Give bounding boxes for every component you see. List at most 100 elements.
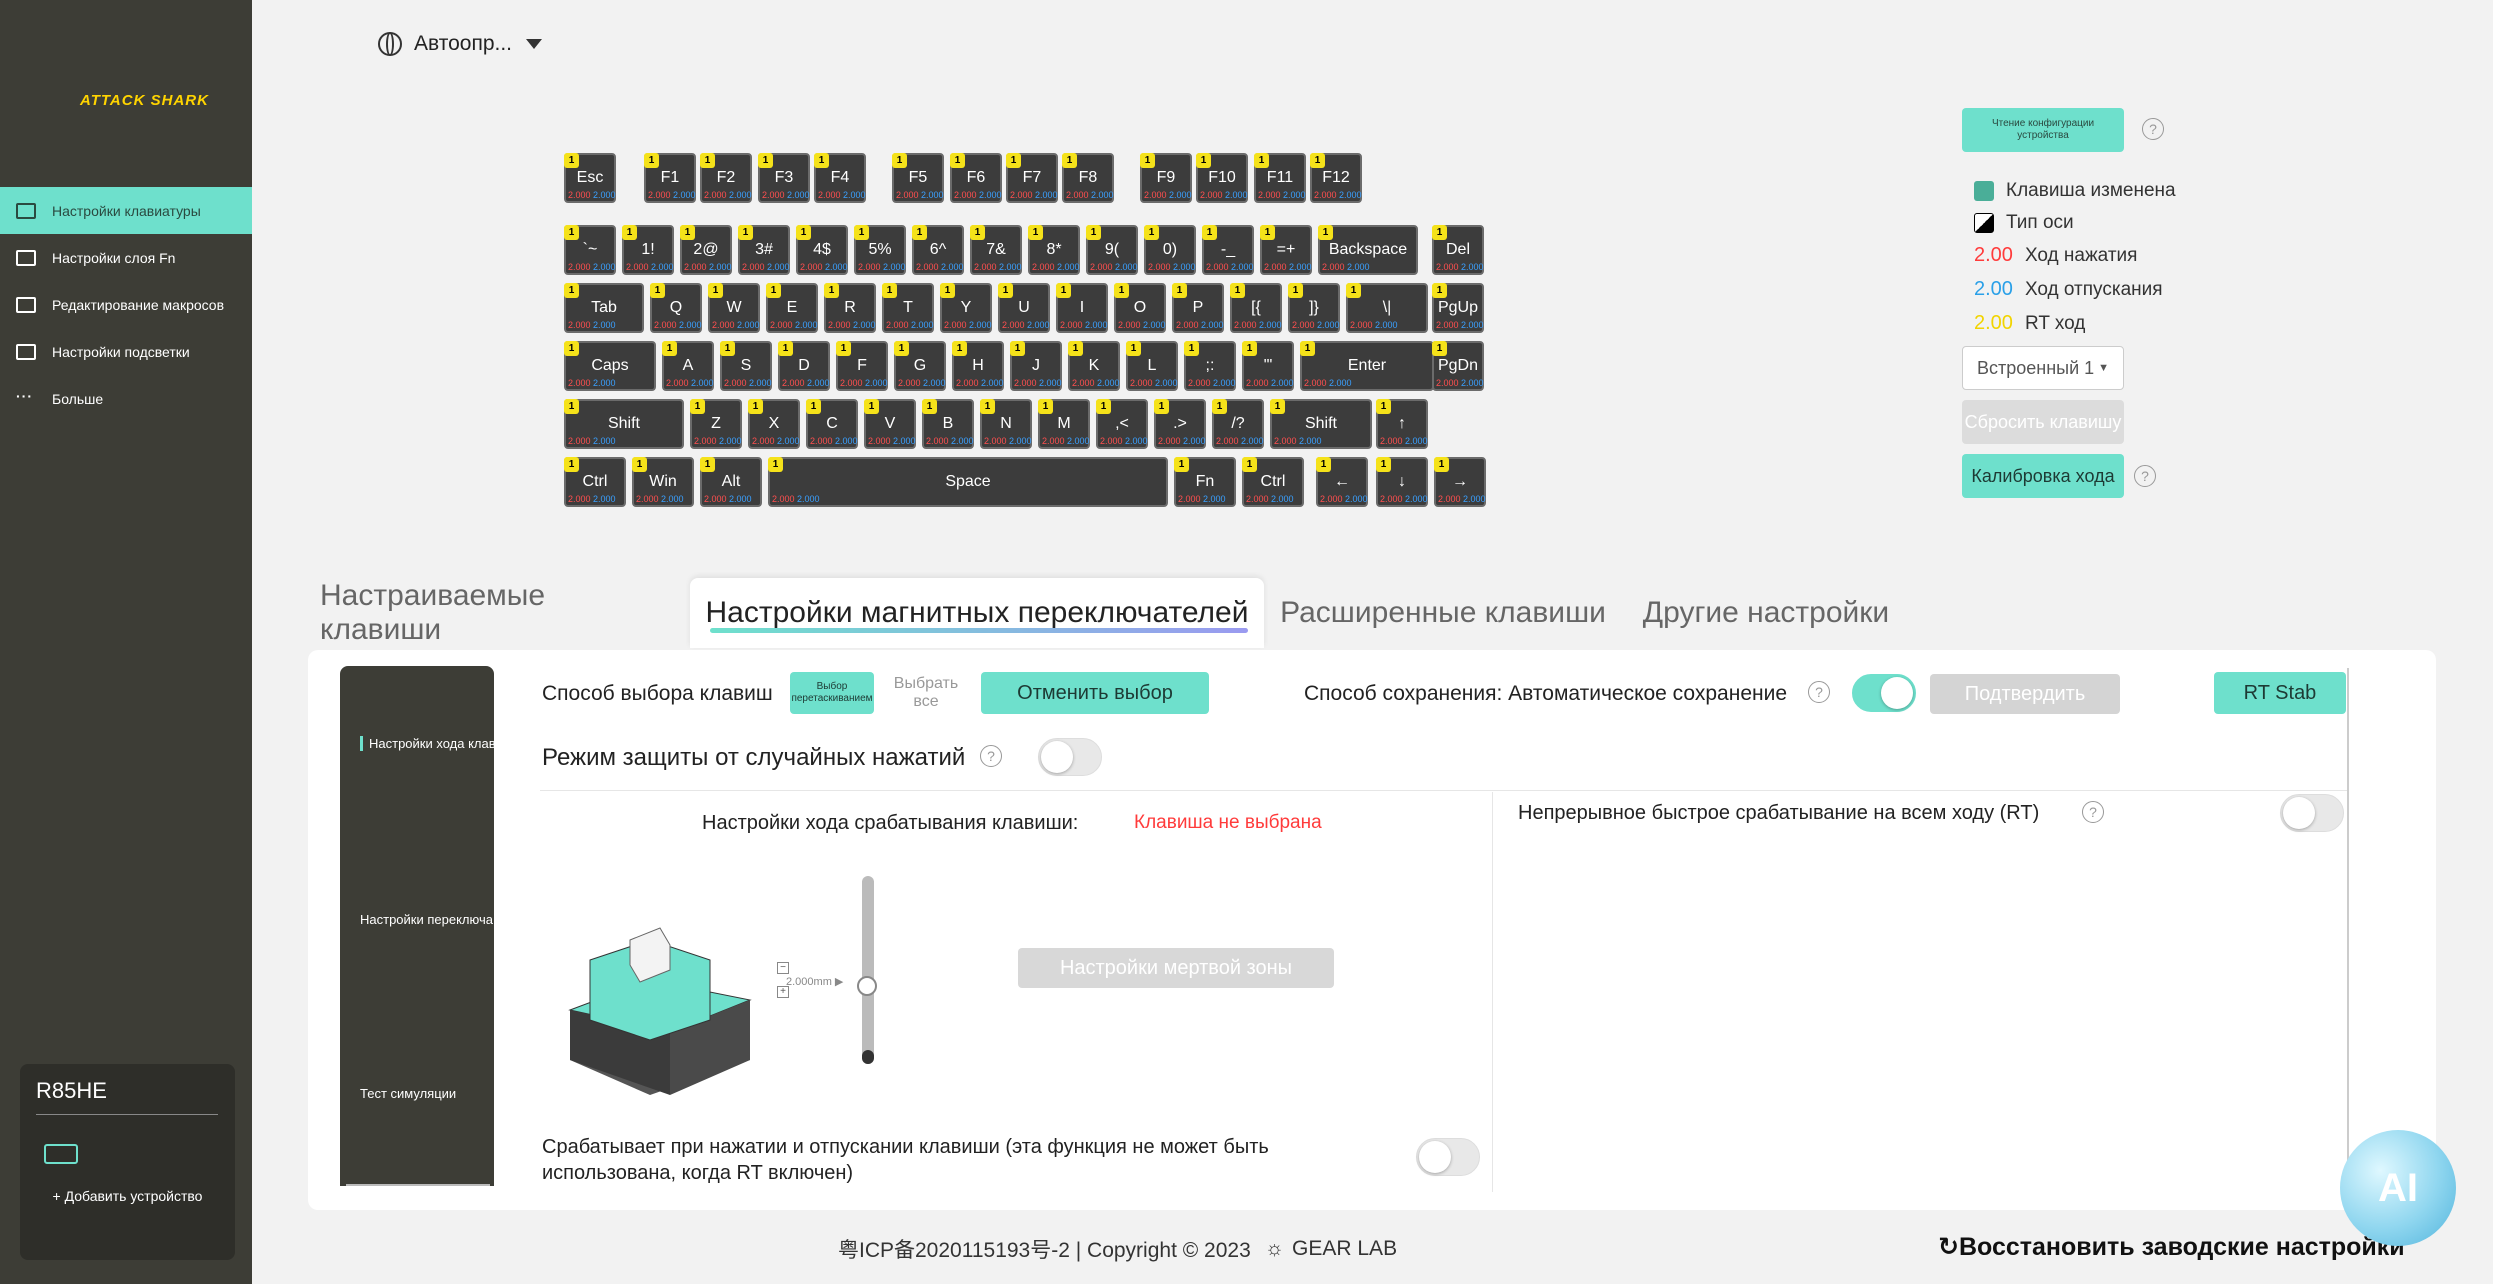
key-alt[interactable]: Alt 1 2.000 2.000 xyxy=(700,457,762,507)
inner-nav-switch[interactable]: Настройки переключа xyxy=(360,912,493,927)
cancel-select-button[interactable]: Отменить выбор xyxy=(981,672,1209,714)
key-[interactable]: → 1 2.000 2.000 xyxy=(1434,457,1486,507)
key-1[interactable]: 1! 1 2.000 2.000 xyxy=(622,225,674,275)
key-2[interactable]: 2@ 1 2.000 2.000 xyxy=(680,225,732,275)
auto-save-toggle[interactable] xyxy=(1852,674,1916,712)
tab-custom-keys[interactable]: Настраиваемые клавиши xyxy=(320,578,670,648)
anti-mistouch-toggle[interactable] xyxy=(1038,738,1102,776)
key-f11[interactable]: F11 1 2.000 2.000 xyxy=(1254,153,1306,203)
sidebar-item-lighting[interactable]: Настройки подсветки xyxy=(0,328,252,375)
inner-nav-simulation[interactable]: Тест симуляции xyxy=(360,1086,456,1101)
reset-key-button[interactable]: Сбросить клавишу xyxy=(1962,400,2124,444)
key-[interactable]: ]} 1 2.000 2.000 xyxy=(1288,283,1340,333)
help-icon[interactable]: ? xyxy=(980,745,1002,767)
continuous-rt-toggle[interactable] xyxy=(2280,794,2344,832)
sidebar-item-more[interactable]: ··· Больше xyxy=(0,375,252,422)
key-b[interactable]: B 1 2.000 2.000 xyxy=(922,399,974,449)
key-esc[interactable]: Esc 1 2.000 2.000 xyxy=(564,153,616,203)
key-w[interactable]: W 1 2.000 2.000 xyxy=(708,283,760,333)
drag-select-button[interactable]: Выбор перетаскиванием xyxy=(790,672,874,714)
key-p[interactable]: P 1 2.000 2.000 xyxy=(1172,283,1224,333)
key-3[interactable]: 3# 1 2.000 2.000 xyxy=(738,225,790,275)
key-shift[interactable]: Shift 1 2.000 2.000 xyxy=(1270,399,1372,449)
key-pgdn[interactable]: PgDn 1 2.000 2.000 xyxy=(1432,341,1484,391)
help-icon[interactable]: ? xyxy=(2142,118,2164,140)
key-f[interactable]: F 1 2.000 2.000 xyxy=(836,341,888,391)
key-a[interactable]: A 1 2.000 2.000 xyxy=(662,341,714,391)
confirm-button[interactable]: Подтвердить xyxy=(1930,674,2120,714)
key-[interactable]: \| 1 2.000 2.000 xyxy=(1346,283,1428,333)
key-g[interactable]: G 1 2.000 2.000 xyxy=(894,341,946,391)
key-r[interactable]: R 1 2.000 2.000 xyxy=(824,283,876,333)
key-v[interactable]: V 1 2.000 2.000 xyxy=(864,399,916,449)
key-n[interactable]: N 1 2.000 2.000 xyxy=(980,399,1032,449)
key-f7[interactable]: F7 1 2.000 2.000 xyxy=(1006,153,1058,203)
key-6[interactable]: 6^ 1 2.000 2.000 xyxy=(912,225,964,275)
sidebar-item-macros[interactable]: Редактирование макросов xyxy=(0,281,252,328)
trigger-slider[interactable] xyxy=(857,876,877,1064)
press-release-toggle[interactable] xyxy=(1416,1138,1480,1176)
language-selector[interactable]: Автоопр... xyxy=(378,32,542,56)
key-f2[interactable]: F2 1 2.000 2.000 xyxy=(700,153,752,203)
key-9[interactable]: 9(1 2.000 2.000 xyxy=(1086,225,1138,275)
key-[interactable]: =+ 1 2.000 2.000 xyxy=(1260,225,1312,275)
key-f8[interactable]: F8 1 2.000 2.000 xyxy=(1062,153,1114,203)
read-config-button[interactable]: Чтение конфигурации устройства xyxy=(1962,108,2124,152)
key-f6[interactable]: F6 1 2.000 2.000 xyxy=(950,153,1002,203)
key-[interactable]: ,< 1 2.000 2.000 xyxy=(1096,399,1148,449)
key-f5[interactable]: F5 1 2.000 2.000 xyxy=(892,153,944,203)
key-e[interactable]: E 1 2.000 2.000 xyxy=(766,283,818,333)
key-[interactable]: ↑ 1 2.000 2.000 xyxy=(1376,399,1428,449)
key-0[interactable]: 0) 1 2.000 2.000 xyxy=(1144,225,1196,275)
key-j[interactable]: J 1 2.000 2.000 xyxy=(1010,341,1062,391)
key-t[interactable]: T 1 2.000 2.000 xyxy=(882,283,934,333)
key-m[interactable]: M 1 2.000 2.000 xyxy=(1038,399,1090,449)
tab-advanced-keys[interactable]: Расширенные клавиши xyxy=(1280,578,1606,648)
keyboard-icon[interactable] xyxy=(44,1144,78,1164)
key-u[interactable]: U 1 2.000 2.000 xyxy=(998,283,1050,333)
ai-assistant-button[interactable]: AI xyxy=(2340,1130,2456,1246)
key-o[interactable]: O 1 2.000 2.000 xyxy=(1114,283,1166,333)
key-shift[interactable]: Shift 1 2.000 2.000 xyxy=(564,399,684,449)
help-icon[interactable]: ? xyxy=(2082,801,2104,823)
scrollbar[interactable] xyxy=(346,1184,490,1186)
restore-factory-button[interactable]: ↻Восстановить заводские настройки xyxy=(1938,1232,2405,1262)
key-tab[interactable]: Tab 1 2.000 2.000 xyxy=(564,283,644,333)
add-device-button[interactable]: + Добавить устройство xyxy=(20,1188,235,1204)
key-i[interactable]: I 1 2.000 2.000 xyxy=(1056,283,1108,333)
key-[interactable]: ← 1 2.000 2.000 xyxy=(1316,457,1368,507)
key-win[interactable]: Win 1 2.000 2.000 xyxy=(632,457,694,507)
key-caps[interactable]: Caps 1 2.000 2.000 xyxy=(564,341,656,391)
key-q[interactable]: Q 1 2.000 2.000 xyxy=(650,283,702,333)
key-f12[interactable]: F12 1 2.000 2.000 xyxy=(1310,153,1362,203)
sidebar-item-keyboard-settings[interactable]: Настройки клавиатуры xyxy=(0,187,252,234)
key-f10[interactable]: F10 1 2.000 2.000 xyxy=(1196,153,1248,203)
key-[interactable]: /? 1 2.000 2.000 xyxy=(1212,399,1264,449)
preset-select[interactable]: Встроенный 1 ▼ xyxy=(1962,346,2124,390)
sidebar-item-fn-layer[interactable]: Настройки слоя Fn xyxy=(0,234,252,281)
key-d[interactable]: D 1 2.000 2.000 xyxy=(778,341,830,391)
key-[interactable]: [{1 2.000 2.000 xyxy=(1230,283,1282,333)
key-[interactable]: .> 1 2.000 2.000 xyxy=(1154,399,1206,449)
key-h[interactable]: H 1 2.000 2.000 xyxy=(952,341,1004,391)
key-c[interactable]: C 1 2.000 2.000 xyxy=(806,399,858,449)
key-f9[interactable]: F9 1 2.000 2.000 xyxy=(1140,153,1192,203)
key-enter[interactable]: Enter 1 2.000 2.000 xyxy=(1300,341,1434,391)
key-f3[interactable]: F3 1 2.000 2.000 xyxy=(758,153,810,203)
scrollbar[interactable] xyxy=(2347,668,2349,1188)
select-all-button[interactable]: Выбрать все xyxy=(884,672,968,714)
help-icon[interactable]: ? xyxy=(2134,465,2156,487)
key-k[interactable]: K 1 2.000 2.000 xyxy=(1068,341,1120,391)
dead-zone-button[interactable]: Настройки мертвой зоны xyxy=(1018,948,1334,988)
help-icon[interactable]: ? xyxy=(1808,681,1830,703)
key-[interactable]: `~ 1 2.000 2.000 xyxy=(564,225,616,275)
key-[interactable]: ;: 1 2.000 2.000 xyxy=(1184,341,1236,391)
key-l[interactable]: L 1 2.000 2.000 xyxy=(1126,341,1178,391)
calibrate-button[interactable]: Калибровка хода xyxy=(1962,454,2124,498)
key-[interactable]: '" 1 2.000 2.000 xyxy=(1242,341,1294,391)
key-backspace[interactable]: Backspace 1 2.000 2.000 xyxy=(1318,225,1418,275)
key-8[interactable]: 8* 1 2.000 2.000 xyxy=(1028,225,1080,275)
tab-other-settings[interactable]: Другие настройки xyxy=(1626,578,1906,648)
key-f1[interactable]: F1 1 2.000 2.000 xyxy=(644,153,696,203)
key-pgup[interactable]: PgUp 1 2.000 2.000 xyxy=(1432,283,1484,333)
